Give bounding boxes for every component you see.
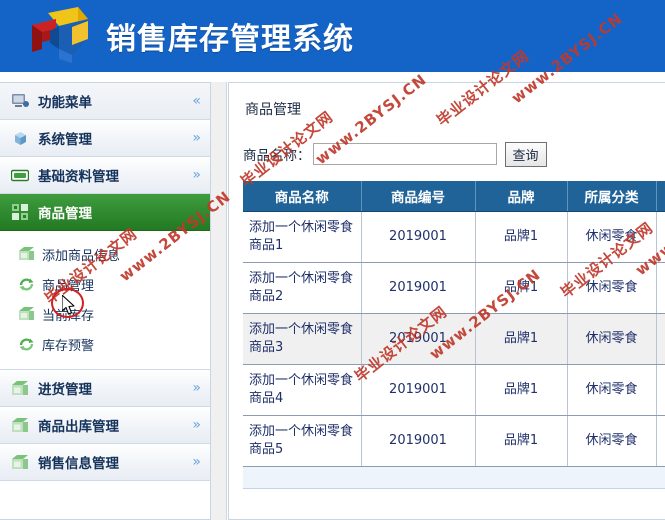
sidebar-group-label: 功能菜单 — [38, 95, 92, 111]
monitor-icon — [10, 91, 30, 111]
sidebar-group-label: 销售信息管理 — [38, 456, 119, 472]
sidebar-group-label: 系统管理 — [38, 132, 92, 148]
page-title: 商品管理 — [245, 102, 301, 118]
app-title: 销售库存管理系统 — [106, 22, 354, 57]
sidebar-item-label: 库存预警 — [42, 338, 95, 354]
sidebar-item-product-manage[interactable]: 商品管理 — [0, 269, 210, 299]
sidebar-item-stock-alert[interactable]: 库存预警 — [0, 329, 210, 359]
cell-min-stock: 10 — [656, 211, 665, 263]
workspace: 功能菜单 « 系统管理 » 基础资料管理 » 商品管理 添加商品信息 商品管理 … — [0, 72, 665, 520]
table-row[interactable]: 添加一个休闲零食商品4 2019001 品牌1 休闲零食 10 — [243, 364, 665, 416]
cell-product-name: 添加一个休闲零食商品1 — [243, 211, 362, 263]
sidebar-group-product-management[interactable]: 商品管理 — [0, 194, 210, 231]
cell-min-stock: 10 — [656, 364, 665, 416]
search-input[interactable] — [312, 143, 497, 165]
table-row[interactable]: 添加一个休闲零食商品5 2019001 品牌1 休闲零食 10 — [243, 415, 665, 467]
cell-brand: 品牌1 — [475, 415, 568, 467]
sidebar-group-label: 商品出库管理 — [38, 419, 119, 435]
sidebar-item-label: 当前库存 — [42, 308, 95, 324]
sidebar-group-outbound-management[interactable]: 商品出库管理 » — [0, 407, 210, 444]
cell-category: 休闲零食 — [567, 262, 657, 314]
chevron-down-icon[interactable]: » — [192, 381, 201, 395]
product-table: 商品名称 商品编号 品牌 所属分类 最 添加一个休闲零食商品1 2019001 … — [243, 181, 665, 467]
cell-brand: 品牌1 — [475, 313, 568, 365]
panel-divider — [211, 82, 227, 520]
column-header-category[interactable]: 所属分类 — [567, 181, 657, 212]
cell-category: 休闲零食 — [567, 211, 657, 263]
sidebar-group-sales-info-management[interactable]: 销售信息管理 » — [0, 444, 210, 481]
sidebar-group-basic-data-management[interactable]: 基础资料管理 » — [0, 157, 210, 194]
column-header-product-code[interactable]: 商品编号 — [361, 181, 476, 212]
sidebar-item-label: 商品管理 — [42, 278, 95, 294]
main-content-panel: 商品管理 商品名称： 查询 商品名称 商品编号 品牌 所属分类 最 — [228, 82, 665, 520]
cube-logo-icon — [26, 5, 92, 67]
green-box-icon — [10, 415, 30, 435]
cell-brand: 品牌1 — [475, 262, 568, 314]
column-header-min-stock[interactable]: 最 — [656, 181, 665, 212]
cell-product-code: 2019001 — [361, 364, 476, 416]
table-row[interactable]: 添加一个休闲零食商品1 2019001 品牌1 休闲零食 10 — [243, 211, 665, 263]
product-table-wrapper: 商品名称 商品编号 品牌 所属分类 最 添加一个休闲零食商品1 2019001 … — [243, 181, 665, 467]
green-box-icon — [17, 245, 35, 263]
chevron-collapse-icon[interactable]: « — [192, 94, 201, 108]
cell-brand: 品牌1 — [475, 364, 568, 416]
sidebar-group-label: 基础资料管理 — [38, 169, 119, 185]
table-footer-strip — [243, 467, 665, 489]
search-label: 商品名称： — [243, 148, 311, 164]
chevron-down-icon[interactable]: » — [192, 455, 201, 469]
cell-product-name: 添加一个休闲零食商品2 — [243, 262, 362, 314]
cell-product-code: 2019001 — [361, 211, 476, 263]
cell-min-stock: 10 — [656, 313, 665, 365]
sidebar-subpanel-product-management: 添加商品信息 商品管理 当前库存 库存预警 — [0, 231, 210, 370]
cell-min-stock: 10 — [656, 262, 665, 314]
green-refresh-icon — [17, 275, 35, 293]
chevron-down-icon[interactable]: » — [192, 418, 201, 432]
cell-category: 休闲零食 — [567, 415, 657, 467]
cell-product-name: 添加一个休闲零食商品4 — [243, 364, 362, 416]
column-header-product-name[interactable]: 商品名称 — [243, 181, 362, 212]
sidebar: 功能菜单 « 系统管理 » 基础资料管理 » 商品管理 添加商品信息 商品管理 … — [0, 82, 211, 520]
green-bar-icon — [10, 165, 30, 185]
green-box-icon — [10, 452, 30, 472]
sidebar-group-label: 商品管理 — [38, 206, 92, 222]
sidebar-group-purchase-management[interactable]: 进货管理 » — [0, 370, 210, 407]
green-box-icon — [17, 305, 35, 323]
sidebar-group-label: 进货管理 — [38, 382, 92, 398]
column-header-brand[interactable]: 品牌 — [475, 181, 568, 212]
cell-category: 休闲零食 — [567, 364, 657, 416]
search-bar: 商品名称： 查询 — [229, 119, 665, 169]
cell-product-code: 2019001 — [361, 415, 476, 467]
sidebar-group-system-management[interactable]: 系统管理 » — [0, 120, 210, 157]
cell-brand: 品牌1 — [475, 211, 568, 263]
table-header-row: 商品名称 商品编号 品牌 所属分类 最 — [243, 181, 665, 212]
cell-min-stock: 10 — [656, 415, 665, 467]
sidebar-item-label: 添加商品信息 — [42, 248, 121, 264]
cube-icon — [10, 128, 30, 148]
table-row[interactable]: 添加一个休闲零食商品3 2019001 品牌1 休闲零食 10 — [243, 313, 665, 365]
chevron-down-icon[interactable]: » — [192, 168, 201, 182]
sidebar-item-current-stock[interactable]: 当前库存 — [0, 299, 210, 329]
app-header: 销售库存管理系统 — [0, 0, 665, 72]
green-box-icon — [10, 378, 30, 398]
cell-product-name: 添加一个休闲零食商品3 — [243, 313, 362, 365]
table-row[interactable]: 添加一个休闲零食商品2 2019001 品牌1 休闲零食 10 — [243, 262, 665, 314]
chevron-down-icon[interactable]: » — [192, 131, 201, 145]
green-blocks-icon — [10, 202, 30, 222]
search-button[interactable]: 查询 — [504, 141, 547, 167]
cell-product-code: 2019001 — [361, 313, 476, 365]
cell-product-name: 添加一个休闲零食商品5 — [243, 415, 362, 467]
sidebar-item-add-product[interactable]: 添加商品信息 — [0, 239, 210, 269]
cell-product-code: 2019001 — [361, 262, 476, 314]
green-refresh-icon — [17, 335, 35, 353]
sidebar-group-function-menu[interactable]: 功能菜单 « — [0, 83, 210, 120]
cell-category: 休闲零食 — [567, 313, 657, 365]
